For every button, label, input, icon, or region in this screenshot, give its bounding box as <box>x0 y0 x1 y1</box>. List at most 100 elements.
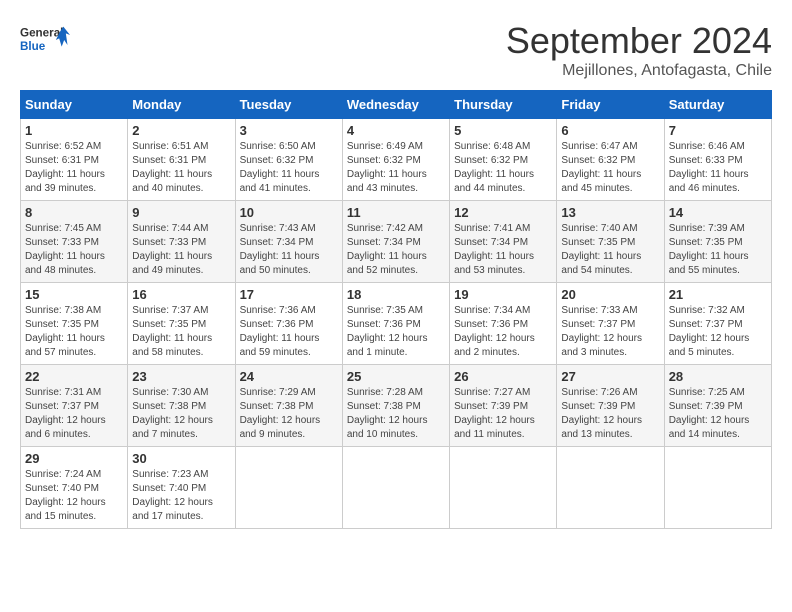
table-row: 30 Sunrise: 7:23 AMSunset: 7:40 PMDaylig… <box>128 447 235 529</box>
day-info: Sunrise: 7:24 AMSunset: 7:40 PMDaylight:… <box>25 468 123 524</box>
day-number: 19 <box>454 287 552 302</box>
day-info: Sunrise: 7:44 AMSunset: 7:33 PMDaylight:… <box>132 222 230 278</box>
day-info: Sunrise: 6:52 AMSunset: 6:31 PMDaylight:… <box>25 140 123 196</box>
day-info: Sunrise: 7:29 AMSunset: 7:38 PMDaylight:… <box>240 386 338 442</box>
day-info: Sunrise: 6:50 AMSunset: 6:32 PMDaylight:… <box>240 140 338 196</box>
table-row: 12 Sunrise: 7:41 AMSunset: 7:34 PMDaylig… <box>450 201 557 283</box>
day-info: Sunrise: 7:35 AMSunset: 7:36 PMDaylight:… <box>347 304 445 360</box>
table-row: 5 Sunrise: 6:48 AMSunset: 6:32 PMDayligh… <box>450 119 557 201</box>
col-friday: Friday <box>557 91 664 119</box>
day-info: Sunrise: 7:30 AMSunset: 7:38 PMDaylight:… <box>132 386 230 442</box>
calendar-week-row: 22 Sunrise: 7:31 AMSunset: 7:37 PMDaylig… <box>21 365 772 447</box>
month-title: September 2024 <box>506 20 772 62</box>
day-info: Sunrise: 7:25 AMSunset: 7:39 PMDaylight:… <box>669 386 767 442</box>
table-row <box>450 447 557 529</box>
day-info: Sunrise: 7:45 AMSunset: 7:33 PMDaylight:… <box>25 222 123 278</box>
table-row: 27 Sunrise: 7:26 AMSunset: 7:39 PMDaylig… <box>557 365 664 447</box>
table-row <box>557 447 664 529</box>
table-row: 1 Sunrise: 6:52 AMSunset: 6:31 PMDayligh… <box>21 119 128 201</box>
day-number: 10 <box>240 205 338 220</box>
table-row <box>235 447 342 529</box>
day-info: Sunrise: 7:42 AMSunset: 7:34 PMDaylight:… <box>347 222 445 278</box>
day-info: Sunrise: 7:36 AMSunset: 7:36 PMDaylight:… <box>240 304 338 360</box>
col-tuesday: Tuesday <box>235 91 342 119</box>
calendar-week-row: 1 Sunrise: 6:52 AMSunset: 6:31 PMDayligh… <box>21 119 772 201</box>
table-row: 23 Sunrise: 7:30 AMSunset: 7:38 PMDaylig… <box>128 365 235 447</box>
day-info: Sunrise: 7:32 AMSunset: 7:37 PMDaylight:… <box>669 304 767 360</box>
day-number: 17 <box>240 287 338 302</box>
day-number: 16 <box>132 287 230 302</box>
day-number: 4 <box>347 123 445 138</box>
day-number: 28 <box>669 369 767 384</box>
day-number: 22 <box>25 369 123 384</box>
day-number: 25 <box>347 369 445 384</box>
day-info: Sunrise: 7:40 AMSunset: 7:35 PMDaylight:… <box>561 222 659 278</box>
day-info: Sunrise: 6:47 AMSunset: 6:32 PMDaylight:… <box>561 140 659 196</box>
calendar-week-row: 15 Sunrise: 7:38 AMSunset: 7:35 PMDaylig… <box>21 283 772 365</box>
table-row: 16 Sunrise: 7:37 AMSunset: 7:35 PMDaylig… <box>128 283 235 365</box>
table-row: 25 Sunrise: 7:28 AMSunset: 7:38 PMDaylig… <box>342 365 449 447</box>
table-row: 15 Sunrise: 7:38 AMSunset: 7:35 PMDaylig… <box>21 283 128 365</box>
table-row: 7 Sunrise: 6:46 AMSunset: 6:33 PMDayligh… <box>664 119 771 201</box>
day-info: Sunrise: 7:31 AMSunset: 7:37 PMDaylight:… <box>25 386 123 442</box>
day-info: Sunrise: 7:28 AMSunset: 7:38 PMDaylight:… <box>347 386 445 442</box>
calendar-week-row: 8 Sunrise: 7:45 AMSunset: 7:33 PMDayligh… <box>21 201 772 283</box>
table-row: 11 Sunrise: 7:42 AMSunset: 7:34 PMDaylig… <box>342 201 449 283</box>
table-row: 18 Sunrise: 7:35 AMSunset: 7:36 PMDaylig… <box>342 283 449 365</box>
table-row: 9 Sunrise: 7:44 AMSunset: 7:33 PMDayligh… <box>128 201 235 283</box>
day-info: Sunrise: 7:23 AMSunset: 7:40 PMDaylight:… <box>132 468 230 524</box>
day-info: Sunrise: 7:34 AMSunset: 7:36 PMDaylight:… <box>454 304 552 360</box>
day-number: 30 <box>132 451 230 466</box>
day-number: 1 <box>25 123 123 138</box>
table-row: 26 Sunrise: 7:27 AMSunset: 7:39 PMDaylig… <box>450 365 557 447</box>
day-number: 7 <box>669 123 767 138</box>
day-info: Sunrise: 6:51 AMSunset: 6:31 PMDaylight:… <box>132 140 230 196</box>
day-number: 9 <box>132 205 230 220</box>
calendar-header-row: Sunday Monday Tuesday Wednesday Thursday… <box>21 91 772 119</box>
day-number: 11 <box>347 205 445 220</box>
day-number: 13 <box>561 205 659 220</box>
table-row: 13 Sunrise: 7:40 AMSunset: 7:35 PMDaylig… <box>557 201 664 283</box>
svg-text:Blue: Blue <box>20 40 46 53</box>
day-number: 2 <box>132 123 230 138</box>
day-number: 27 <box>561 369 659 384</box>
day-number: 14 <box>669 205 767 220</box>
day-number: 8 <box>25 205 123 220</box>
table-row: 19 Sunrise: 7:34 AMSunset: 7:36 PMDaylig… <box>450 283 557 365</box>
calendar-week-row: 29 Sunrise: 7:24 AMSunset: 7:40 PMDaylig… <box>21 447 772 529</box>
day-info: Sunrise: 6:48 AMSunset: 6:32 PMDaylight:… <box>454 140 552 196</box>
table-row: 3 Sunrise: 6:50 AMSunset: 6:32 PMDayligh… <box>235 119 342 201</box>
day-info: Sunrise: 6:49 AMSunset: 6:32 PMDaylight:… <box>347 140 445 196</box>
day-info: Sunrise: 7:38 AMSunset: 7:35 PMDaylight:… <box>25 304 123 360</box>
col-saturday: Saturday <box>664 91 771 119</box>
day-info: Sunrise: 7:39 AMSunset: 7:35 PMDaylight:… <box>669 222 767 278</box>
logo-svg: General Blue <box>20 20 70 60</box>
day-number: 20 <box>561 287 659 302</box>
table-row: 10 Sunrise: 7:43 AMSunset: 7:34 PMDaylig… <box>235 201 342 283</box>
table-row: 20 Sunrise: 7:33 AMSunset: 7:37 PMDaylig… <box>557 283 664 365</box>
col-monday: Monday <box>128 91 235 119</box>
table-row: 21 Sunrise: 7:32 AMSunset: 7:37 PMDaylig… <box>664 283 771 365</box>
table-row: 14 Sunrise: 7:39 AMSunset: 7:35 PMDaylig… <box>664 201 771 283</box>
day-number: 12 <box>454 205 552 220</box>
day-info: Sunrise: 7:43 AMSunset: 7:34 PMDaylight:… <box>240 222 338 278</box>
table-row: 29 Sunrise: 7:24 AMSunset: 7:40 PMDaylig… <box>21 447 128 529</box>
day-number: 6 <box>561 123 659 138</box>
table-row: 4 Sunrise: 6:49 AMSunset: 6:32 PMDayligh… <box>342 119 449 201</box>
table-row: 2 Sunrise: 6:51 AMSunset: 6:31 PMDayligh… <box>128 119 235 201</box>
day-number: 3 <box>240 123 338 138</box>
table-row: 22 Sunrise: 7:31 AMSunset: 7:37 PMDaylig… <box>21 365 128 447</box>
day-info: Sunrise: 7:26 AMSunset: 7:39 PMDaylight:… <box>561 386 659 442</box>
title-block: September 2024 Mejillones, Antofagasta, … <box>506 20 772 80</box>
day-number: 18 <box>347 287 445 302</box>
table-row: 6 Sunrise: 6:47 AMSunset: 6:32 PMDayligh… <box>557 119 664 201</box>
day-info: Sunrise: 7:41 AMSunset: 7:34 PMDaylight:… <box>454 222 552 278</box>
logo: General Blue <box>20 20 70 60</box>
col-sunday: Sunday <box>21 91 128 119</box>
day-number: 29 <box>25 451 123 466</box>
day-number: 5 <box>454 123 552 138</box>
table-row <box>342 447 449 529</box>
day-number: 26 <box>454 369 552 384</box>
col-thursday: Thursday <box>450 91 557 119</box>
svg-text:General: General <box>20 27 63 40</box>
